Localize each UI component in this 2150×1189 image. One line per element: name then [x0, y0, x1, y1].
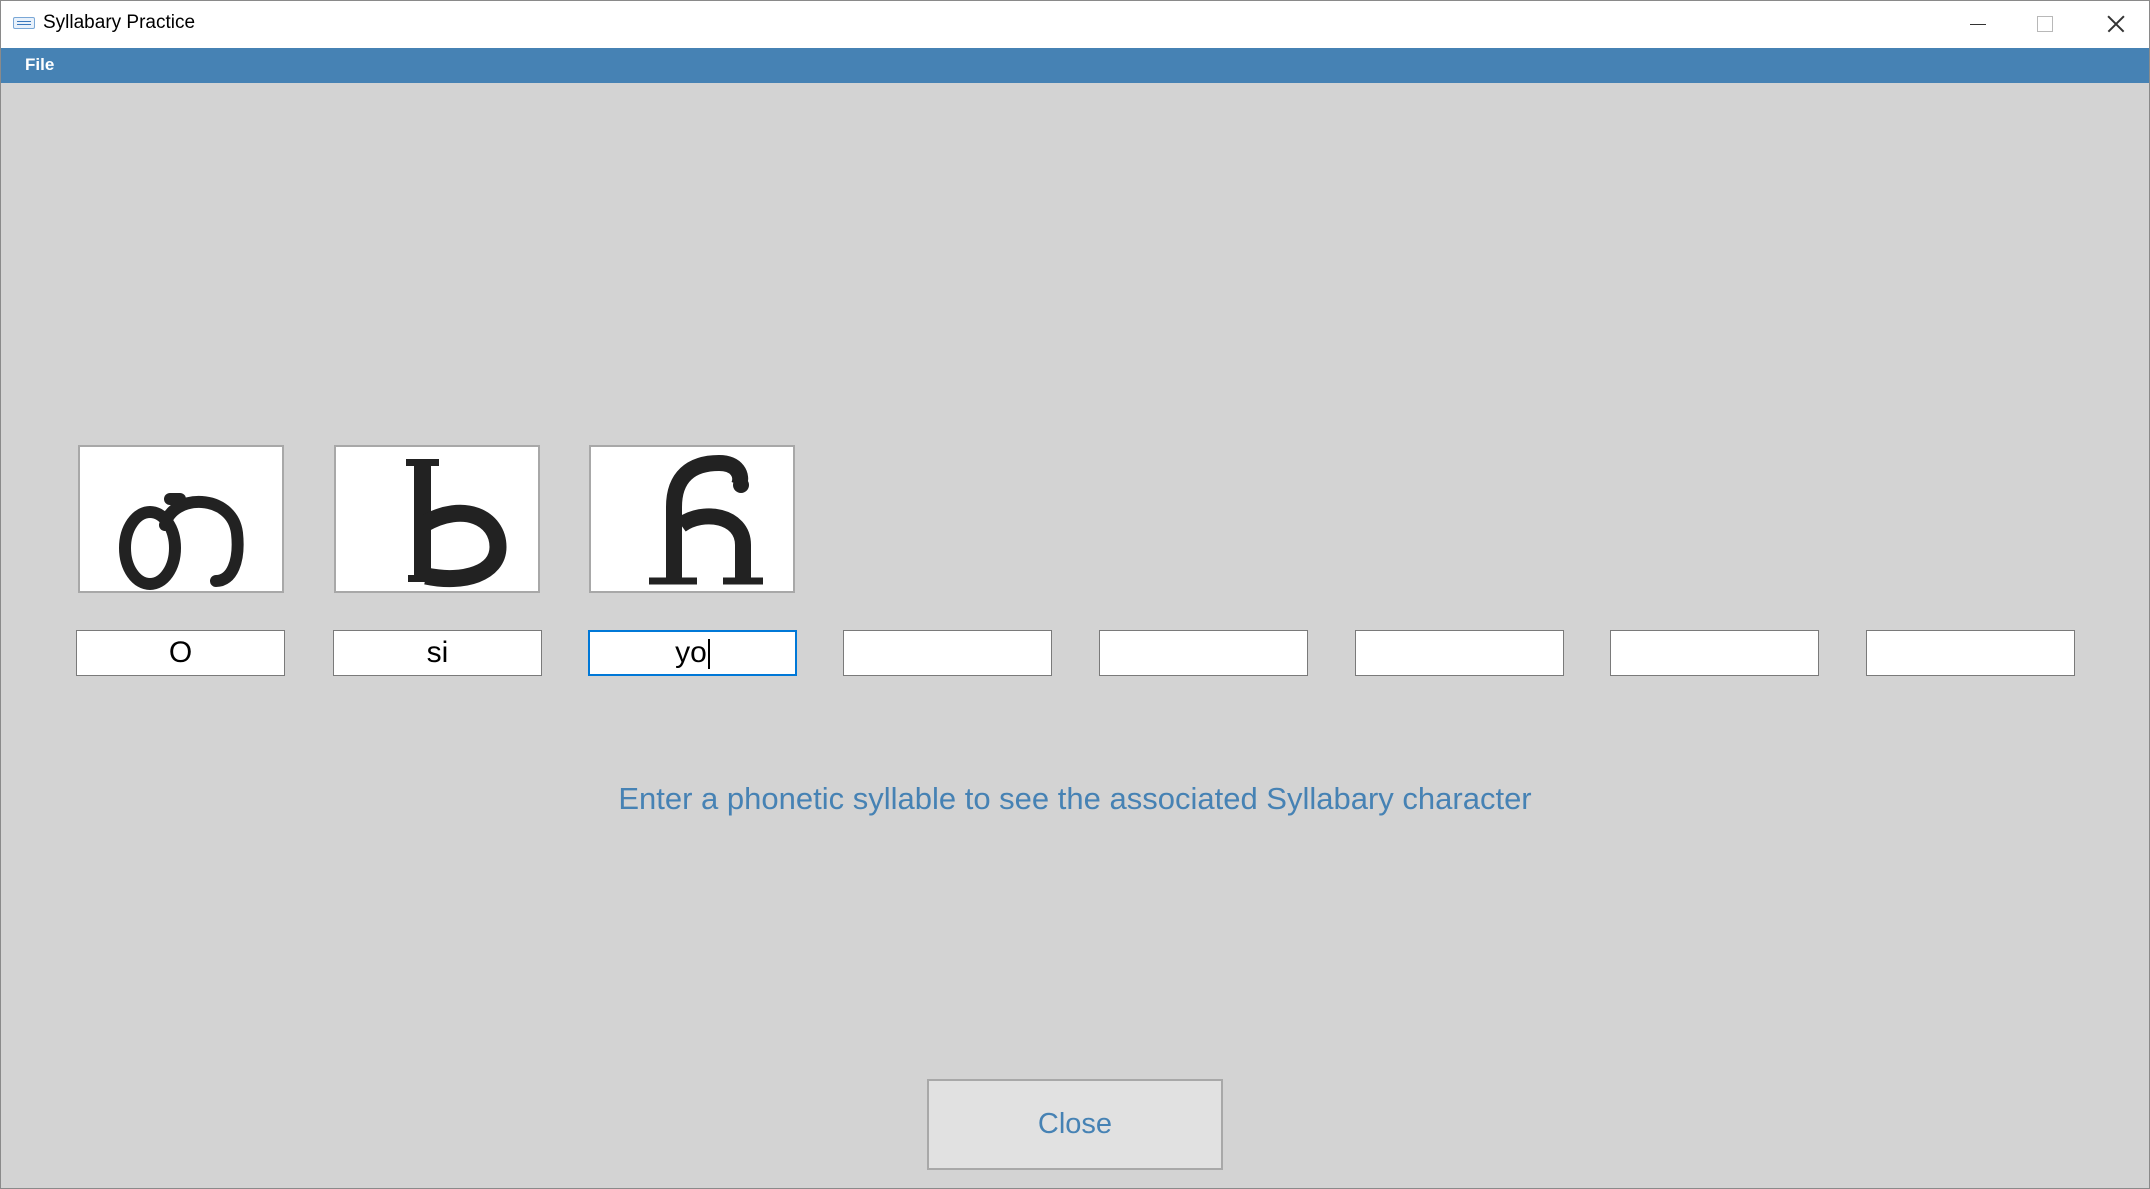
- minimize-icon[interactable]: [1941, 1, 2011, 48]
- syllable-input-5[interactable]: [1099, 630, 1308, 676]
- maximize-icon[interactable]: [2009, 1, 2079, 48]
- syllable-input-3-text: yo: [675, 636, 707, 669]
- text-caret: [707, 639, 710, 670]
- app-window: Syllabary Practice File O si yo Enter a …: [0, 0, 2150, 1189]
- syllable-input-1[interactable]: O: [76, 630, 285, 676]
- syllabary-char-si: [334, 445, 540, 593]
- syllabary-char-o: [78, 445, 284, 593]
- window-title: Syllabary Practice: [43, 12, 196, 33]
- instruction-text: Enter a phonetic syllable to see the ass…: [618, 781, 1532, 816]
- app-icon: [13, 17, 35, 29]
- syllable-input-7[interactable]: [1610, 630, 1819, 676]
- close-icon[interactable]: [2079, 1, 2149, 48]
- cherokee-yo-glyph: [649, 454, 763, 585]
- menu-bar: File: [1, 48, 2149, 83]
- title-bar[interactable]: Syllabary Practice: [1, 1, 2149, 48]
- menu-file[interactable]: File: [25, 55, 54, 75]
- cherokee-o-glyph: [119, 493, 244, 590]
- syllable-input-3[interactable]: yo: [588, 630, 797, 676]
- syllable-input-4[interactable]: [843, 630, 1052, 676]
- syllabary-char-yo: [589, 445, 795, 593]
- close-button[interactable]: Close: [927, 1079, 1223, 1170]
- syllable-input-6[interactable]: [1355, 630, 1564, 676]
- syllable-input-2[interactable]: si: [333, 630, 542, 676]
- cherokee-si-glyph: [406, 459, 507, 588]
- syllable-input-8[interactable]: [1866, 630, 2075, 676]
